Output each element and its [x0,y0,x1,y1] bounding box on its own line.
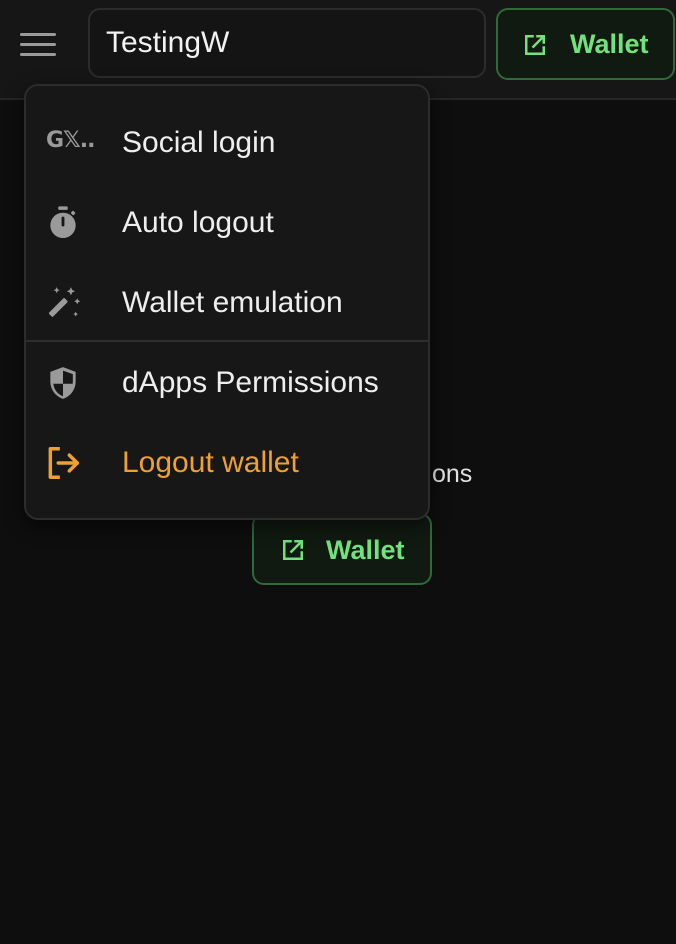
logout-icon [48,447,79,479]
menu-item-label: Auto logout [122,206,274,239]
social-login-icon: G𝕏.. [46,128,95,153]
menu-item-social-login[interactable]: G𝕏.. Social login [26,104,428,182]
open-wallet-button[interactable]: Wallet [496,8,675,80]
external-link-icon [283,540,303,560]
stopwatch-icon [50,206,76,239]
menu-item-label: Wallet emulation [122,286,343,319]
menu-item-label: Logout wallet [122,446,299,479]
open-wallet-label: Wallet [326,535,405,565]
menu-item-logout-wallet[interactable]: Logout wallet [26,424,428,502]
menu-item-label: Social login [122,126,276,159]
shield-icon [50,367,76,399]
menu-item-dapps-permissions[interactable]: dApps Permissions [26,344,428,422]
wallet-name-field[interactable]: TestingW [88,8,486,78]
menu-item-wallet-emulation[interactable]: Wallet emulation [26,264,428,342]
page: TestingW Wallet ons Wallet G𝕏.. Social l… [0,0,676,944]
menu-divider [26,340,428,342]
open-wallet-button-content[interactable]: Wallet [252,513,432,585]
dropdown-menu: G𝕏.. Social login Auto logout Wallet emu… [24,84,430,520]
menu-item-auto-logout[interactable]: Auto logout [26,184,428,262]
external-link-icon [525,35,545,55]
wallet-name-text: TestingW [106,26,230,59]
open-wallet-label: Wallet [570,29,649,59]
magic-wand-icon [48,287,81,317]
background-text: ons [432,460,473,488]
hamburger-menu-icon[interactable] [18,30,60,60]
menu-item-label: dApps Permissions [122,366,379,399]
